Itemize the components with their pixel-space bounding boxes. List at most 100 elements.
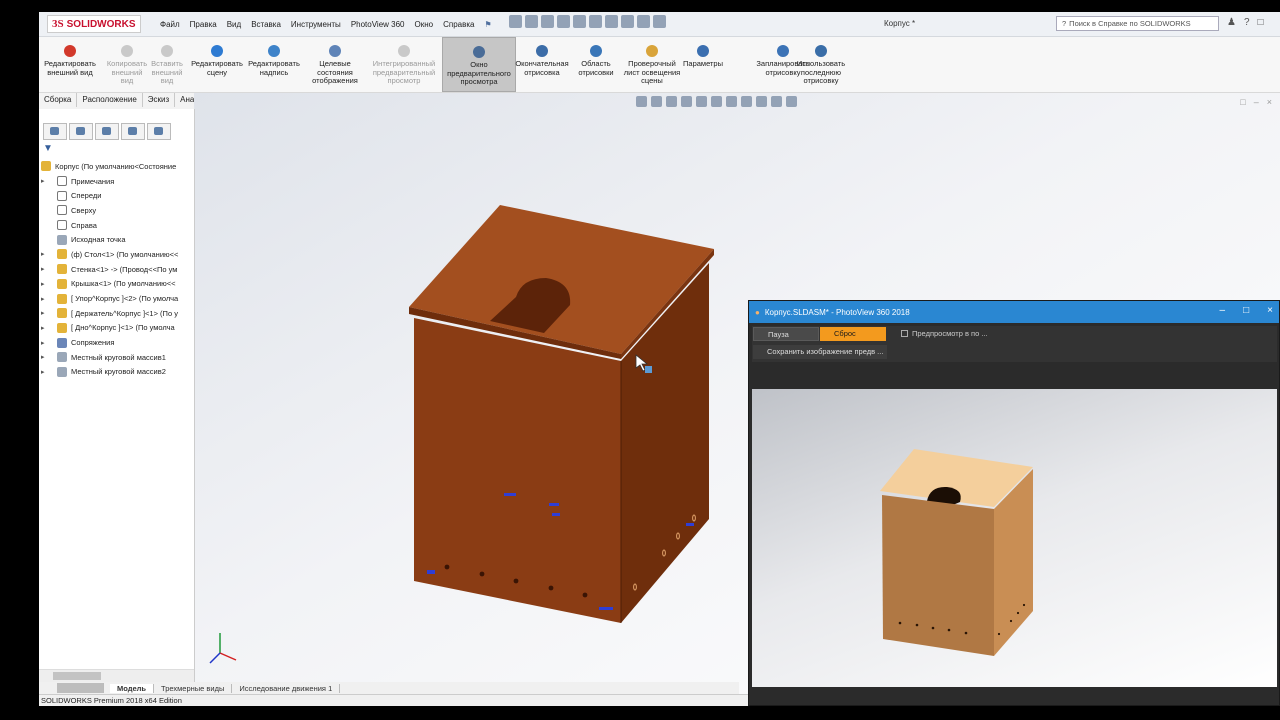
tree-item[interactable]: ▸ Крышка<1> (По умолчанию<< xyxy=(41,277,191,292)
ribbon-button[interactable]: Редактировать надпись xyxy=(246,37,302,92)
minimize-icon[interactable]: – xyxy=(1220,305,1226,316)
ribbon-button-icon xyxy=(268,45,280,57)
maximize-icon[interactable]: □ xyxy=(1243,305,1249,316)
tree-item-label: [ Держатель^Корпус ]<1> (По у xyxy=(71,308,178,318)
ribbon-button-icon xyxy=(398,45,410,57)
expand-arrow-icon[interactable]: ▸ xyxy=(41,309,49,317)
expand-arrow-icon[interactable]: ▸ xyxy=(41,280,49,288)
menu-item[interactable]: Файл xyxy=(155,20,185,29)
display-manager-tab-icon[interactable] xyxy=(147,123,171,140)
tree-item[interactable]: Исходная точка xyxy=(41,232,191,247)
menu-item[interactable]: Окно xyxy=(409,20,438,29)
tree-root[interactable]: Корпус (По умолчанию<Состояние xyxy=(41,159,191,174)
file-properties-icon[interactable] xyxy=(637,15,650,28)
help-search-input[interactable]: ? Поиск в Справке по SOLIDWORKS xyxy=(1056,16,1219,31)
tab-scroll-arrows[interactable] xyxy=(57,683,104,693)
feature-tree-scrollbar[interactable] xyxy=(39,669,194,682)
ribbon-button-label: Целевые состояния отображения xyxy=(312,59,358,85)
ribbon-button-icon xyxy=(161,45,173,57)
expand-arrow-icon[interactable]: ▸ xyxy=(41,177,49,185)
filter-icon[interactable]: ▼ xyxy=(43,143,53,154)
scroll-thumb[interactable] xyxy=(53,672,101,680)
command-tab[interactable]: Сборка xyxy=(39,93,78,107)
pause-button[interactable]: Пауза xyxy=(753,327,819,341)
tree-item[interactable]: ▸ [ Дно^Корпус ]<1> (По умолча xyxy=(41,321,191,336)
menu-item[interactable]: Вставка xyxy=(246,20,286,29)
menu-item[interactable]: Вид xyxy=(222,20,246,29)
reset-button[interactable]: Сброс xyxy=(820,327,886,341)
expand-arrow-icon[interactable]: ▸ xyxy=(41,368,49,376)
menu-item[interactable]: PhotoView 360 xyxy=(346,20,410,29)
ribbon-button[interactable]: Целевые состояния отображения xyxy=(307,37,363,92)
solidworks-logo[interactable]: 3S SOLIDWORKS xyxy=(47,15,141,33)
ribbon-button[interactable]: Редактировать сцену xyxy=(189,37,245,92)
print-icon[interactable] xyxy=(573,15,586,28)
expand-arrow-icon[interactable]: ▸ xyxy=(41,295,49,303)
help-icon[interactable]: ? xyxy=(1244,17,1250,28)
ribbon-button[interactable]: Редактировать внешний вид xyxy=(39,37,101,92)
tree-item[interactable]: ▸ Сопряжения xyxy=(41,335,191,350)
menu-item[interactable]: Справка xyxy=(438,20,479,29)
options-gear-icon[interactable] xyxy=(653,15,666,28)
ribbon-button[interactable]: Окно предварительного просмотра xyxy=(442,37,516,92)
expand-arrow-icon[interactable]: ▸ xyxy=(41,265,49,273)
tree-item[interactable]: ▸ [ Упор^Корпус ]<2> (По умолча xyxy=(41,291,191,306)
tree-item[interactable]: ▸ Местный круговой массив2 xyxy=(41,365,191,380)
select-icon[interactable] xyxy=(605,15,618,28)
configuration-tab-icon[interactable] xyxy=(95,123,119,140)
menu-item[interactable]: Инструменты xyxy=(286,20,346,29)
ribbon-button[interactable]: Окончательная отрисовка xyxy=(511,37,573,92)
ribbon-button-icon xyxy=(697,45,709,57)
expand-arrow-icon[interactable]: ▸ xyxy=(41,339,49,347)
tree-item[interactable]: Сверху xyxy=(41,203,191,218)
tree-item[interactable]: ▸ Примечания xyxy=(41,174,191,189)
model-tab[interactable]: Трехмерные виды xyxy=(154,683,233,693)
photoview-app-icon: ● xyxy=(755,307,760,317)
ribbon-button[interactable]: Проверочный лист освещения сцены xyxy=(621,37,683,92)
help-search-icon: ? xyxy=(1062,19,1067,28)
assembly-icon xyxy=(41,161,51,172)
rebuild-icon[interactable] xyxy=(621,15,634,28)
tree-item[interactable]: ▸ Местный круговой массив1 xyxy=(41,350,191,365)
preview-checkbox[interactable]: Предпросмотр в по ... xyxy=(898,327,998,341)
tree-item[interactable]: ▸ [ Держатель^Корпус ]<1> (По у xyxy=(41,306,191,321)
tree-item[interactable]: Справа xyxy=(41,218,191,233)
ribbon-button-label: Параметры xyxy=(683,59,723,68)
ribbon-button-icon xyxy=(121,45,133,57)
save-icon[interactable] xyxy=(557,15,570,28)
undo-icon[interactable] xyxy=(589,15,602,28)
save-image-button[interactable]: Сохранить изображение предв ... xyxy=(753,345,887,359)
command-tab[interactable]: Расположение xyxy=(77,93,143,107)
property-manager-tab-icon[interactable] xyxy=(69,123,93,140)
tree-item[interactable]: ▸ (ф) Стол<1> (По умолчанию<< xyxy=(41,247,191,262)
photoview-toolbar: Пауза Сброс Предпросмотр в по ... Сохран… xyxy=(752,326,1277,362)
tree-item[interactable]: ▸ Стенка<1> -> (Провод<<По ум xyxy=(41,262,191,277)
pin-icon[interactable]: ⚑ xyxy=(479,20,496,29)
window-controls-icon[interactable]: □ xyxy=(1258,17,1264,28)
ribbon-button[interactable]: Область отрисовки xyxy=(576,37,616,92)
model-tab[interactable]: Модель xyxy=(110,683,155,693)
expand-arrow-icon[interactable]: ▸ xyxy=(41,250,49,258)
tree-item-label: Местный круговой массив1 xyxy=(71,352,166,362)
ribbon-button[interactable]: Копировать внешний вид xyxy=(107,37,147,92)
model-tab[interactable]: Исследование движения 1 xyxy=(232,683,341,693)
ribbon-button[interactable]: Вставить внешний вид xyxy=(149,37,185,92)
feature-tree-tab-icon[interactable] xyxy=(43,123,67,140)
user-icon[interactable]: ♟ xyxy=(1227,17,1236,28)
tree-item[interactable]: Спереди xyxy=(41,188,191,203)
dimxpert-tab-icon[interactable] xyxy=(121,123,145,140)
home-icon[interactable] xyxy=(509,15,522,28)
expand-arrow-icon[interactable]: ▸ xyxy=(41,353,49,361)
close-icon[interactable]: × xyxy=(1267,305,1273,316)
new-document-icon[interactable] xyxy=(525,15,538,28)
photoview-window-controls: – □ × xyxy=(1220,305,1273,316)
ribbon-button[interactable]: Использовать последнюю отрисовку xyxy=(793,37,849,92)
expand-arrow-icon[interactable]: ▸ xyxy=(41,324,49,332)
ribbon-button[interactable]: Интегрированный предварительный просмотр xyxy=(369,37,439,92)
open-icon[interactable] xyxy=(541,15,554,28)
command-tab[interactable]: Эскиз xyxy=(143,93,176,107)
ribbon-button[interactable]: Параметры xyxy=(683,37,723,92)
menu-item[interactable]: Правка xyxy=(185,20,222,29)
photoview-title-bar[interactable]: ● Корпус.SLDASM* - PhotoView 360 2018 – … xyxy=(749,301,1279,323)
mates-icon xyxy=(57,337,67,348)
